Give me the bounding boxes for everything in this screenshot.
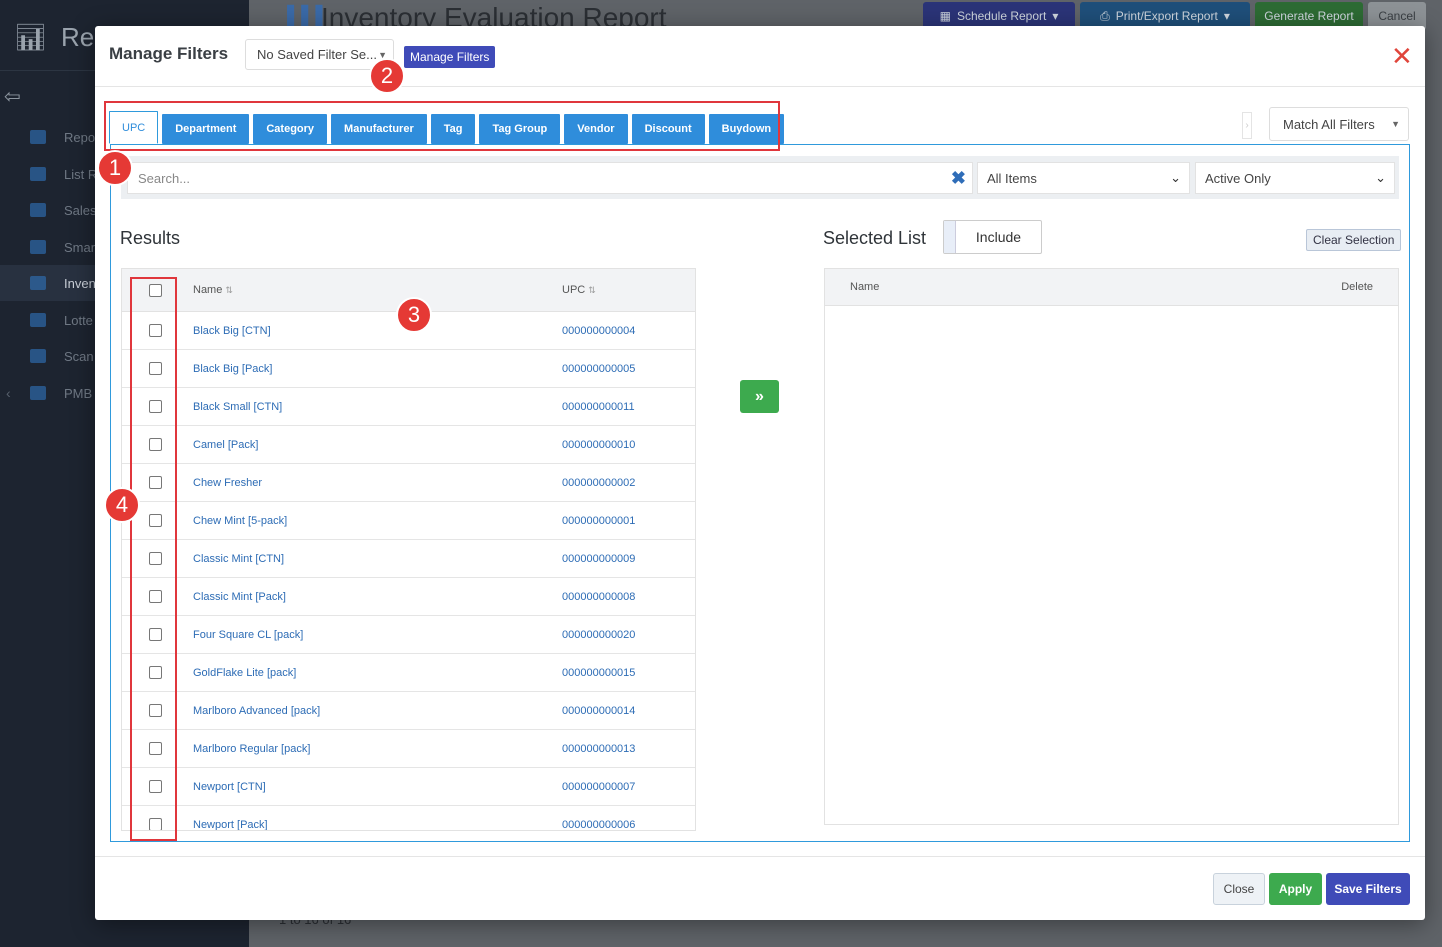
sort-icon: ⇅ xyxy=(225,285,233,295)
item-name-link[interactable]: Black Big [CTN] xyxy=(193,325,271,337)
item-upc-link[interactable]: 000000000001 xyxy=(562,515,635,527)
table-row: Black Big [Pack] 000000000005 xyxy=(122,350,695,388)
sort-icon: ⇅ xyxy=(588,285,596,295)
table-row: Chew Mint [5-pack] 000000000001 xyxy=(122,502,695,540)
selected-delete-header: Delete xyxy=(1341,281,1373,293)
item-name-link[interactable]: Classic Mint [CTN] xyxy=(193,553,284,565)
modal-footer: Close Apply Save Filters xyxy=(95,856,1425,920)
item-name-link[interactable]: GoldFlake Lite [pack] xyxy=(193,667,296,679)
item-upc-link[interactable]: 000000000014 xyxy=(562,705,635,717)
annotation-badge-1: 1 xyxy=(97,150,133,186)
inventory-icon xyxy=(30,276,46,290)
annotation-badge-4: 4 xyxy=(104,487,140,523)
table-row: Four Square CL [pack] 000000000020 xyxy=(122,616,695,654)
items-filter-select[interactable]: All Items ⌄ xyxy=(977,162,1190,194)
selected-list-title: Selected List xyxy=(823,228,927,248)
close-button[interactable]: Close xyxy=(1213,873,1265,905)
item-upc-link[interactable]: 000000000004 xyxy=(562,325,635,337)
item-upc-link[interactable]: 000000000013 xyxy=(562,743,635,755)
chevron-down-icon: ⌄ xyxy=(1170,170,1181,185)
manage-filters-modal: Manage Filters No Saved Filter Se... ▼ M… xyxy=(95,26,1425,920)
add-to-selected-button[interactable]: » xyxy=(740,380,779,413)
item-name-link[interactable]: Classic Mint [Pack] xyxy=(193,591,286,603)
search-bar: Search... ✖ All Items ⌄ Active Only ⌄ xyxy=(121,156,1399,199)
item-name-link[interactable]: Chew Mint [5-pack] xyxy=(193,515,287,527)
item-name-link[interactable]: Marlboro Advanced [pack] xyxy=(193,705,320,717)
item-upc-link[interactable]: 000000000009 xyxy=(562,553,635,565)
back-arrow-icon[interactable]: ⇦ xyxy=(4,84,21,109)
caret-down-icon: ▼ xyxy=(1391,119,1400,129)
annotation-box-tabs xyxy=(104,101,780,151)
bar-chart-icon: 📊︎ xyxy=(14,22,48,52)
annotation-badge-2: 2 xyxy=(369,58,405,94)
selected-table: Name Delete xyxy=(824,268,1399,825)
list-icon xyxy=(30,349,46,363)
table-row: Classic Mint [CTN] 000000000009 xyxy=(122,540,695,578)
bookmark-icon xyxy=(30,130,46,144)
name-column-header[interactable]: Name ⇅ xyxy=(193,284,233,296)
bar-chart-icon xyxy=(30,386,46,400)
table-row: Camel [Pack] 000000000010 xyxy=(122,426,695,464)
table-row: Marlboro Advanced [pack] 000000000014 xyxy=(122,692,695,730)
item-name-link[interactable]: Black Big [Pack] xyxy=(193,363,272,375)
toggle-knob xyxy=(944,221,956,253)
include-toggle[interactable]: Include xyxy=(943,220,1042,254)
selected-header: Name Delete xyxy=(825,269,1398,306)
item-name-link[interactable]: Newport [Pack] xyxy=(193,819,268,830)
ticket-icon xyxy=(30,313,46,327)
results-table: Name ⇅ UPC ⇅ Black Big [CTN] 000000000004 B… xyxy=(121,268,696,831)
line-chart-icon xyxy=(30,240,46,254)
item-upc-link[interactable]: 000000000006 xyxy=(562,819,635,830)
line-chart-icon xyxy=(30,167,46,181)
results-title: Results xyxy=(120,228,181,248)
close-icon[interactable]: ✕ xyxy=(1391,43,1413,69)
item-name-link[interactable]: Newport [CTN] xyxy=(193,781,266,793)
modal-header: Manage Filters No Saved Filter Se... ▼ M… xyxy=(95,26,1425,87)
clear-selection-button[interactable]: Clear Selection xyxy=(1306,229,1402,251)
annotation-box-checkboxes xyxy=(130,277,177,841)
chevron-down-icon: ▾ xyxy=(1052,9,1059,23)
item-upc-link[interactable]: 000000000007 xyxy=(562,781,635,793)
item-upc-link[interactable]: 000000000020 xyxy=(562,629,635,641)
item-upc-link[interactable]: 000000000015 xyxy=(562,667,635,679)
table-row: Newport [Pack] 000000000006 xyxy=(122,806,695,830)
search-input[interactable]: Search... ✖ xyxy=(127,162,973,194)
clear-search-icon[interactable]: ✖ xyxy=(951,168,966,188)
line-chart-icon xyxy=(30,203,46,217)
item-name-link[interactable]: Marlboro Regular [pack] xyxy=(193,743,310,755)
selected-name-header: Name xyxy=(850,281,880,293)
modal-title: Manage Filters xyxy=(109,44,229,63)
item-upc-link[interactable]: 000000000005 xyxy=(562,363,635,375)
manage-filters-button[interactable]: Manage Filters xyxy=(404,46,496,68)
upc-column-header[interactable]: UPC ⇅ xyxy=(562,284,596,296)
tab-scroll-right-icon[interactable]: › xyxy=(1242,112,1252,139)
table-row: Black Small [CTN] 000000000011 xyxy=(122,388,695,426)
calendar-icon: ▦ xyxy=(939,9,951,23)
table-row: Newport [CTN] 000000000007 xyxy=(122,768,695,806)
table-row: Chew Fresher 000000000002 xyxy=(122,464,695,502)
printer-icon: ⎙ xyxy=(1100,8,1110,23)
tab-upc[interactable]: UPC xyxy=(109,111,159,144)
item-upc-link[interactable]: 000000000010 xyxy=(562,439,635,451)
apply-button[interactable]: Apply xyxy=(1269,873,1322,905)
item-upc-link[interactable]: 000000000008 xyxy=(562,591,635,603)
chevron-down-icon: ▾ xyxy=(1223,9,1230,23)
table-row: GoldFlake Lite [pack] 000000000015 xyxy=(122,654,695,692)
annotation-badge-3: 3 xyxy=(396,297,432,333)
status-filter-select[interactable]: Active Only ⌄ xyxy=(1195,162,1395,194)
item-name-link[interactable]: Four Square CL [pack] xyxy=(193,629,303,641)
match-filters-select[interactable]: Match All Filters ▼ xyxy=(1269,107,1409,141)
item-name-link[interactable]: Black Small [CTN] xyxy=(193,401,282,413)
item-upc-link[interactable]: 000000000002 xyxy=(562,477,635,489)
chevron-left-icon: ‹ xyxy=(6,385,11,401)
item-name-link[interactable]: Chew Fresher xyxy=(193,477,262,489)
item-upc-link[interactable]: 000000000011 xyxy=(562,401,635,413)
save-filters-button[interactable]: Save Filters xyxy=(1326,873,1410,905)
item-name-link[interactable]: Camel [Pack] xyxy=(193,439,258,451)
chevron-down-icon: ⌄ xyxy=(1375,170,1386,185)
double-chevron-right-icon: » xyxy=(755,387,764,405)
table-row: Marlboro Regular [pack] 000000000013 xyxy=(122,730,695,768)
table-row: Classic Mint [Pack] 000000000008 xyxy=(122,578,695,616)
